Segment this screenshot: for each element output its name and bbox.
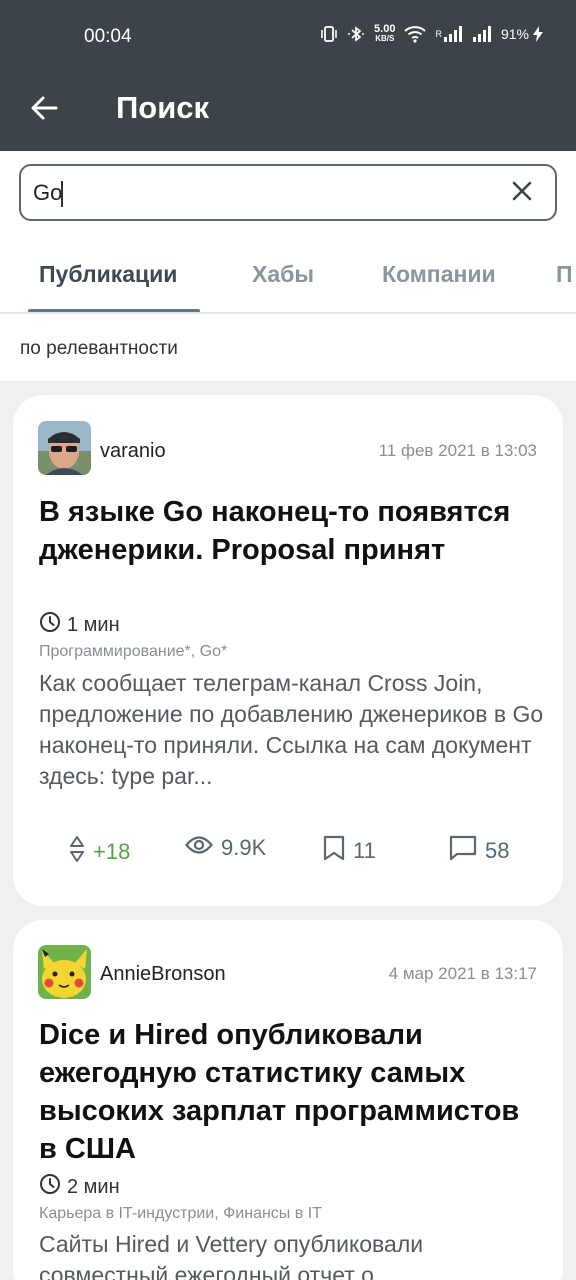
search-input[interactable] bbox=[33, 178, 483, 208]
tab-more[interactable]: П bbox=[556, 261, 573, 288]
bookmarks-counter[interactable]: 11 bbox=[323, 835, 376, 867]
clock-icon bbox=[39, 1173, 61, 1201]
bookmark-icon bbox=[323, 835, 345, 867]
signal-roaming-label: R bbox=[435, 29, 442, 39]
charging-icon bbox=[532, 25, 544, 43]
text-caret bbox=[61, 181, 63, 207]
author-name[interactable]: AnnieBronson bbox=[100, 963, 226, 986]
tab-companies[interactable]: Компании bbox=[382, 261, 496, 288]
signal-icon bbox=[472, 25, 492, 43]
clear-search-button[interactable] bbox=[509, 180, 535, 206]
article-excerpt: Как сообщает телеграм-канал Cross Join, … bbox=[39, 670, 544, 789]
article-stats: +18 9.9K 11 58 bbox=[13, 835, 563, 865]
avatar[interactable] bbox=[38, 945, 91, 999]
status-time: 00:04 bbox=[84, 26, 132, 47]
status-icons: 5.00 KB/S R 91% bbox=[320, 24, 544, 44]
publish-date: 11 фев 2021 в 13:03 bbox=[378, 441, 537, 460]
app-bar: Поиск bbox=[0, 70, 576, 151]
views-value: 9.9K bbox=[221, 835, 267, 860]
votes-value: +18 bbox=[93, 839, 131, 864]
article-title[interactable]: Dice и Hired опубликовали ежегодную стат… bbox=[39, 1016, 539, 1168]
battery: 91% bbox=[501, 25, 544, 43]
clock-icon bbox=[39, 611, 61, 639]
comments-counter[interactable]: 58 bbox=[449, 835, 509, 867]
votes-counter[interactable]: +18 bbox=[69, 835, 130, 869]
tab-hubs[interactable]: Хабы bbox=[252, 261, 314, 288]
signal-icon bbox=[443, 25, 463, 43]
arrow-left-icon bbox=[29, 93, 59, 128]
article-card[interactable]: varanio 11 фев 2021 в 13:03 В языке Go н… bbox=[13, 395, 563, 906]
read-time: 2 мин bbox=[39, 1173, 120, 1201]
net-speed-unit: KB/S bbox=[375, 34, 395, 43]
read-time-value: 2 мин bbox=[67, 1175, 120, 1198]
sort-selector[interactable]: по релевантности bbox=[20, 338, 178, 360]
views-counter: 9.9K bbox=[185, 835, 266, 861]
close-icon bbox=[511, 180, 533, 207]
author-name[interactable]: varanio bbox=[100, 440, 166, 463]
battery-level: 91% bbox=[500, 26, 529, 42]
vibrate-icon bbox=[320, 25, 338, 43]
read-time-value: 1 мин bbox=[67, 613, 120, 636]
search-tabs: Публикации Хабы Компании П bbox=[0, 231, 576, 314]
tab-publications[interactable]: Публикации bbox=[39, 261, 177, 288]
article-hubs[interactable]: Программирование*, Go* bbox=[39, 643, 227, 661]
article-hubs[interactable]: Карьера в IT-индустрии, Финансы в IT bbox=[39, 1205, 322, 1223]
article-title[interactable]: В языке Go наконец-то появятся дженерики… bbox=[39, 493, 539, 569]
bookmarks-value: 11 bbox=[353, 838, 376, 863]
avatar[interactable] bbox=[38, 421, 91, 475]
wifi-icon bbox=[404, 25, 427, 43]
read-time: 1 мин bbox=[39, 611, 120, 639]
page-title: Поиск bbox=[116, 90, 210, 125]
active-tab-indicator bbox=[28, 309, 200, 312]
net-speed: 5.00 KB/S bbox=[374, 24, 395, 44]
vote-arrows-icon bbox=[69, 835, 85, 869]
comment-icon bbox=[449, 835, 477, 867]
net-speed-value: 5.00 bbox=[374, 23, 396, 35]
publish-date: 4 мар 2021 в 13:17 bbox=[388, 964, 537, 983]
search-area bbox=[0, 151, 576, 231]
article-excerpt: Сайты Hired и Vettery опубликовали совме… bbox=[39, 1231, 424, 1280]
eye-icon bbox=[185, 835, 213, 861]
comments-value: 58 bbox=[485, 838, 510, 863]
bluetooth-icon bbox=[347, 25, 365, 43]
back-button[interactable] bbox=[22, 88, 66, 132]
status-bar: 00:04 5.00 KB/S R 91% bbox=[0, 0, 576, 70]
article-card[interactable]: AnnieBronson 4 мар 2021 в 13:17 Dice и H… bbox=[13, 920, 563, 1280]
sort-bar: по релевантности bbox=[0, 314, 576, 382]
search-box bbox=[19, 164, 557, 221]
